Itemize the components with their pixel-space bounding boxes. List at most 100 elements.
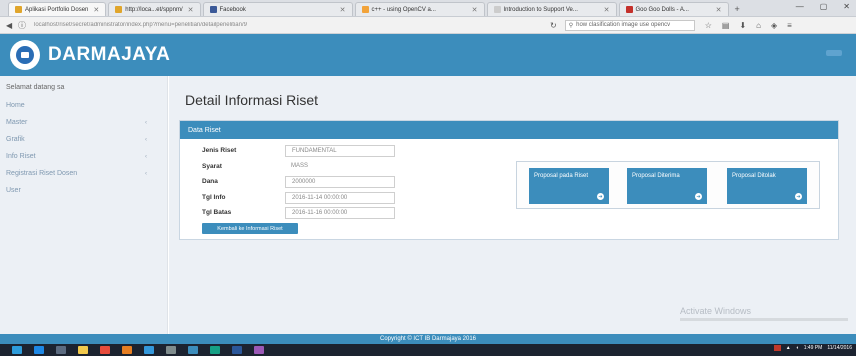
word-icon[interactable] [232,346,242,354]
menu-icon[interactable]: ≡ [787,21,792,30]
sidebar-item-user[interactable]: User [0,182,167,199]
close-icon[interactable]: ✕ [93,6,99,14]
url-field[interactable]: localhost/riset/secret/administrator/ind… [30,22,530,28]
info-icon[interactable]: ⓘ [18,20,30,31]
sidebar-item-registrasi[interactable]: Registrasi Riset Dosen ‹ [0,165,167,182]
mail-icon[interactable] [210,346,220,354]
search-query: how clasification image use opencv [576,22,671,28]
sidebar-item-info-riset[interactable]: Info Riset ‹ [0,148,167,165]
page-title: Detail Informasi Riset [185,92,319,108]
tab-label: Aplikasi Portfolio Dosen [25,6,89,13]
arrow-right-icon: ➜ [695,193,702,200]
photos-icon[interactable] [188,346,198,354]
welcome-text: Selamat datang sa [6,84,65,91]
sidebar-item-label: Info Riset [6,153,36,160]
browser-tab[interactable]: http://loca...et/sppnm/ ✕ [108,2,201,16]
stat-label: Proposal pada Riset [534,173,589,179]
minimize-button[interactable]: — [796,2,804,11]
new-tab-button[interactable]: + [735,2,740,16]
stat-proposal-pada-riset[interactable]: Proposal pada Riset ➜ [529,168,609,204]
arrow-right-icon: ➜ [795,193,802,200]
close-icon[interactable]: ✕ [716,6,722,14]
tgl-info-label: Tgl Info [202,194,226,201]
syarat-value: MASS [291,163,309,169]
close-icon[interactable]: ✕ [188,6,194,14]
back-arrow-icon[interactable]: ◀ [6,21,18,30]
page-footer: Copyright © ICT IB Darmajaya 2016 [0,334,856,344]
tab-label: Introduction to Support Ve... [503,6,578,13]
volume-icon[interactable]: ◖ [796,345,799,351]
close-icon[interactable]: ✕ [340,6,346,14]
chevron-left-icon: ‹ [145,136,147,143]
jenis-riset-label: Jenis Riset [202,147,237,154]
user-menu-icon[interactable] [826,50,842,56]
stat-proposal-diterima[interactable]: Proposal Diterima ➜ [627,168,707,204]
app-header: DARMAJAYA [0,34,856,76]
sidebar-item-label: Registrasi Riset Dosen [6,170,78,177]
maximize-button[interactable]: ▢ [820,2,828,11]
watermark-subtext-bar [680,318,848,321]
sidebar-item-label: User [6,187,21,194]
firefox-icon[interactable] [122,346,132,354]
browser-tab[interactable]: Goo Goo Dolls - A... ✕ [618,2,729,16]
jenis-riset-field[interactable]: FUNDAMENTAL [285,145,395,157]
network-icon[interactable]: ▲ [786,345,791,351]
close-icon[interactable]: ✕ [604,6,610,14]
stat-label: Proposal Diterima [632,173,680,179]
tab-label: Facebook [219,6,246,13]
data-riset-panel: Data Riset Jenis Riset FUNDAMENTAL Syara… [179,120,839,240]
browser-tab[interactable]: c++ - using OpenCV a... ✕ [354,2,485,16]
tab-label: c++ - using OpenCV a... [371,6,436,13]
clock-time[interactable]: 1:49 PM [804,345,823,351]
sidebar-item-master[interactable]: Master ‹ [0,114,167,131]
brand-name: DARMAJAYA [48,44,171,65]
sidebar-item-grafik[interactable]: Grafik ‹ [0,131,167,148]
reload-icon[interactable]: ↻ [550,21,557,30]
terminal-icon[interactable] [166,346,176,354]
pocket-icon[interactable]: ◈ [771,21,777,30]
favicon-icon [493,6,501,13]
star-icon[interactable]: ☆ [705,21,712,30]
sidebar-item-home[interactable]: Home [0,97,167,114]
app-icon[interactable] [144,346,154,354]
tgl-info-field[interactable]: 2016-11-14 00:00:00 [285,192,395,204]
favicon-icon [209,6,217,13]
edge-icon[interactable] [34,346,44,354]
tgl-batas-label: Tgl Batas [202,209,232,216]
start-icon[interactable] [12,346,22,354]
syarat-label: Syarat [202,163,222,170]
proposal-stats: Proposal pada Riset ➜ Proposal Diterima … [516,161,820,209]
folder-icon[interactable] [78,346,88,354]
home-icon[interactable]: ⌂ [756,21,761,30]
browser-tab[interactable]: Aplikasi Portfolio Dosen ✕ [8,2,107,16]
window-controls: — ▢ ✕ [796,2,850,11]
address-bar: ◀ ⓘ localhost/riset/secret/administrator… [0,17,856,34]
stat-label: Proposal Ditolak [732,173,776,179]
arrow-right-icon: ➜ [597,193,604,200]
browser-tab[interactable]: Facebook ✕ [202,2,353,16]
browser-tab[interactable]: Introduction to Support Ve... ✕ [486,2,617,16]
editor-icon[interactable] [254,346,264,354]
favicon-icon [625,6,633,13]
system-tray: ▲ ◖ 1:49 PM 11/14/2016 [773,345,852,351]
sidebar-item-label: Grafik [6,136,25,143]
store-icon[interactable] [56,346,66,354]
search-input[interactable]: ⚲ how clasification image use opencv [564,19,695,31]
panel-title: Data Riset [180,121,838,139]
download-icon[interactable]: ⬇ [739,21,746,30]
close-window-button[interactable]: ✕ [843,2,850,11]
clock-date[interactable]: 11/14/2016 [827,345,852,351]
windows-taskbar: ▲ ◖ 1:49 PM 11/14/2016 [0,344,856,356]
dana-field[interactable]: 2000000 [285,176,395,188]
tgl-batas-field[interactable]: 2016-11-16 00:00:00 [285,207,395,219]
notification-badge-icon[interactable] [773,345,781,351]
chevron-left-icon: ‹ [145,170,147,177]
close-icon[interactable]: ✕ [472,6,478,14]
main-content: Detail Informasi Riset Data Riset Jenis … [169,76,856,334]
reader-icon[interactable]: ▤ [722,21,730,30]
back-to-info-riset-button[interactable]: Kembali ke Informasi Riset [202,223,298,234]
chrome-icon[interactable] [100,346,110,354]
favicon-icon [115,6,123,13]
stat-proposal-ditolak[interactable]: Proposal Ditolak ➜ [727,168,807,204]
chevron-left-icon: ‹ [145,153,147,160]
